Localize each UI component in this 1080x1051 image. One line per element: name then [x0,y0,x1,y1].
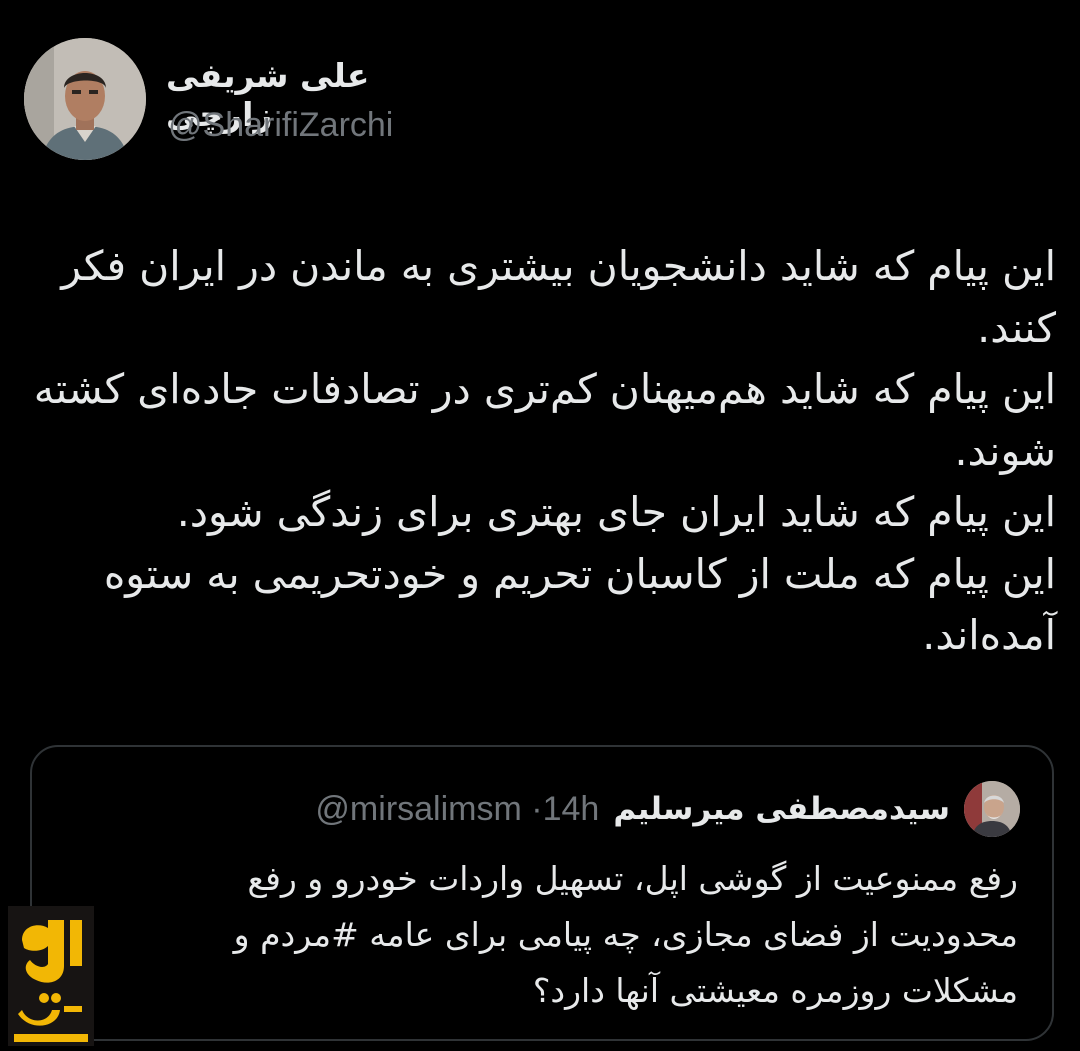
tweet-paragraph: این پیام که شاید ایران جای بهتری برای زن… [176,488,1056,536]
tweet-screenshot: علی شریفی زارچی @SharifiZarchi این پیام … [0,0,1080,1051]
quoted-tweet-text: رفع ممنوعیت از گوشی اپل، تسهیل واردات خو… [233,859,1018,1010]
zisaan-logo [8,906,94,1046]
author-handle[interactable]: @SharifiZarchi [168,106,393,145]
tweet-paragraph: این پیام که ملت از کاسبان تحریم و خودتحر… [103,549,1056,660]
quoted-tweet-avatar[interactable] [964,781,1020,837]
quoted-tweet-time[interactable]: 14h [543,790,600,828]
quoted-tweet-card[interactable]: @mirsalimsm ·14h سیدمصطفی میرسلیم رفع مم… [30,745,1054,1041]
tweet-paragraph: این پیام که شاید دانشجویان بیشتری به مان… [61,242,1056,352]
quoted-tweet-author-name[interactable]: سیدمصطفی میرسلیم [613,791,950,827]
tweet-text: این پیام که شاید دانشجویان بیشتری به مان… [24,236,1056,667]
zisaan-logo-mark [8,906,94,1046]
quoted-tweet-header: @mirsalimsm ·14h سیدمصطفی میرسلیم [315,779,1020,839]
tweet-paragraph: این پیام که شاید هم‌میهنان کم‌تری در تصا… [33,365,1056,475]
quoted-avatar-image [964,781,1020,837]
author-avatar[interactable] [24,38,146,160]
quoted-tweet-meta: @mirsalimsm ·14h [315,790,599,829]
author-avatar-image [24,38,146,160]
quoted-tweet-handle[interactable]: @mirsalimsm [315,790,521,828]
quoted-tweet-separator: · [531,789,543,828]
